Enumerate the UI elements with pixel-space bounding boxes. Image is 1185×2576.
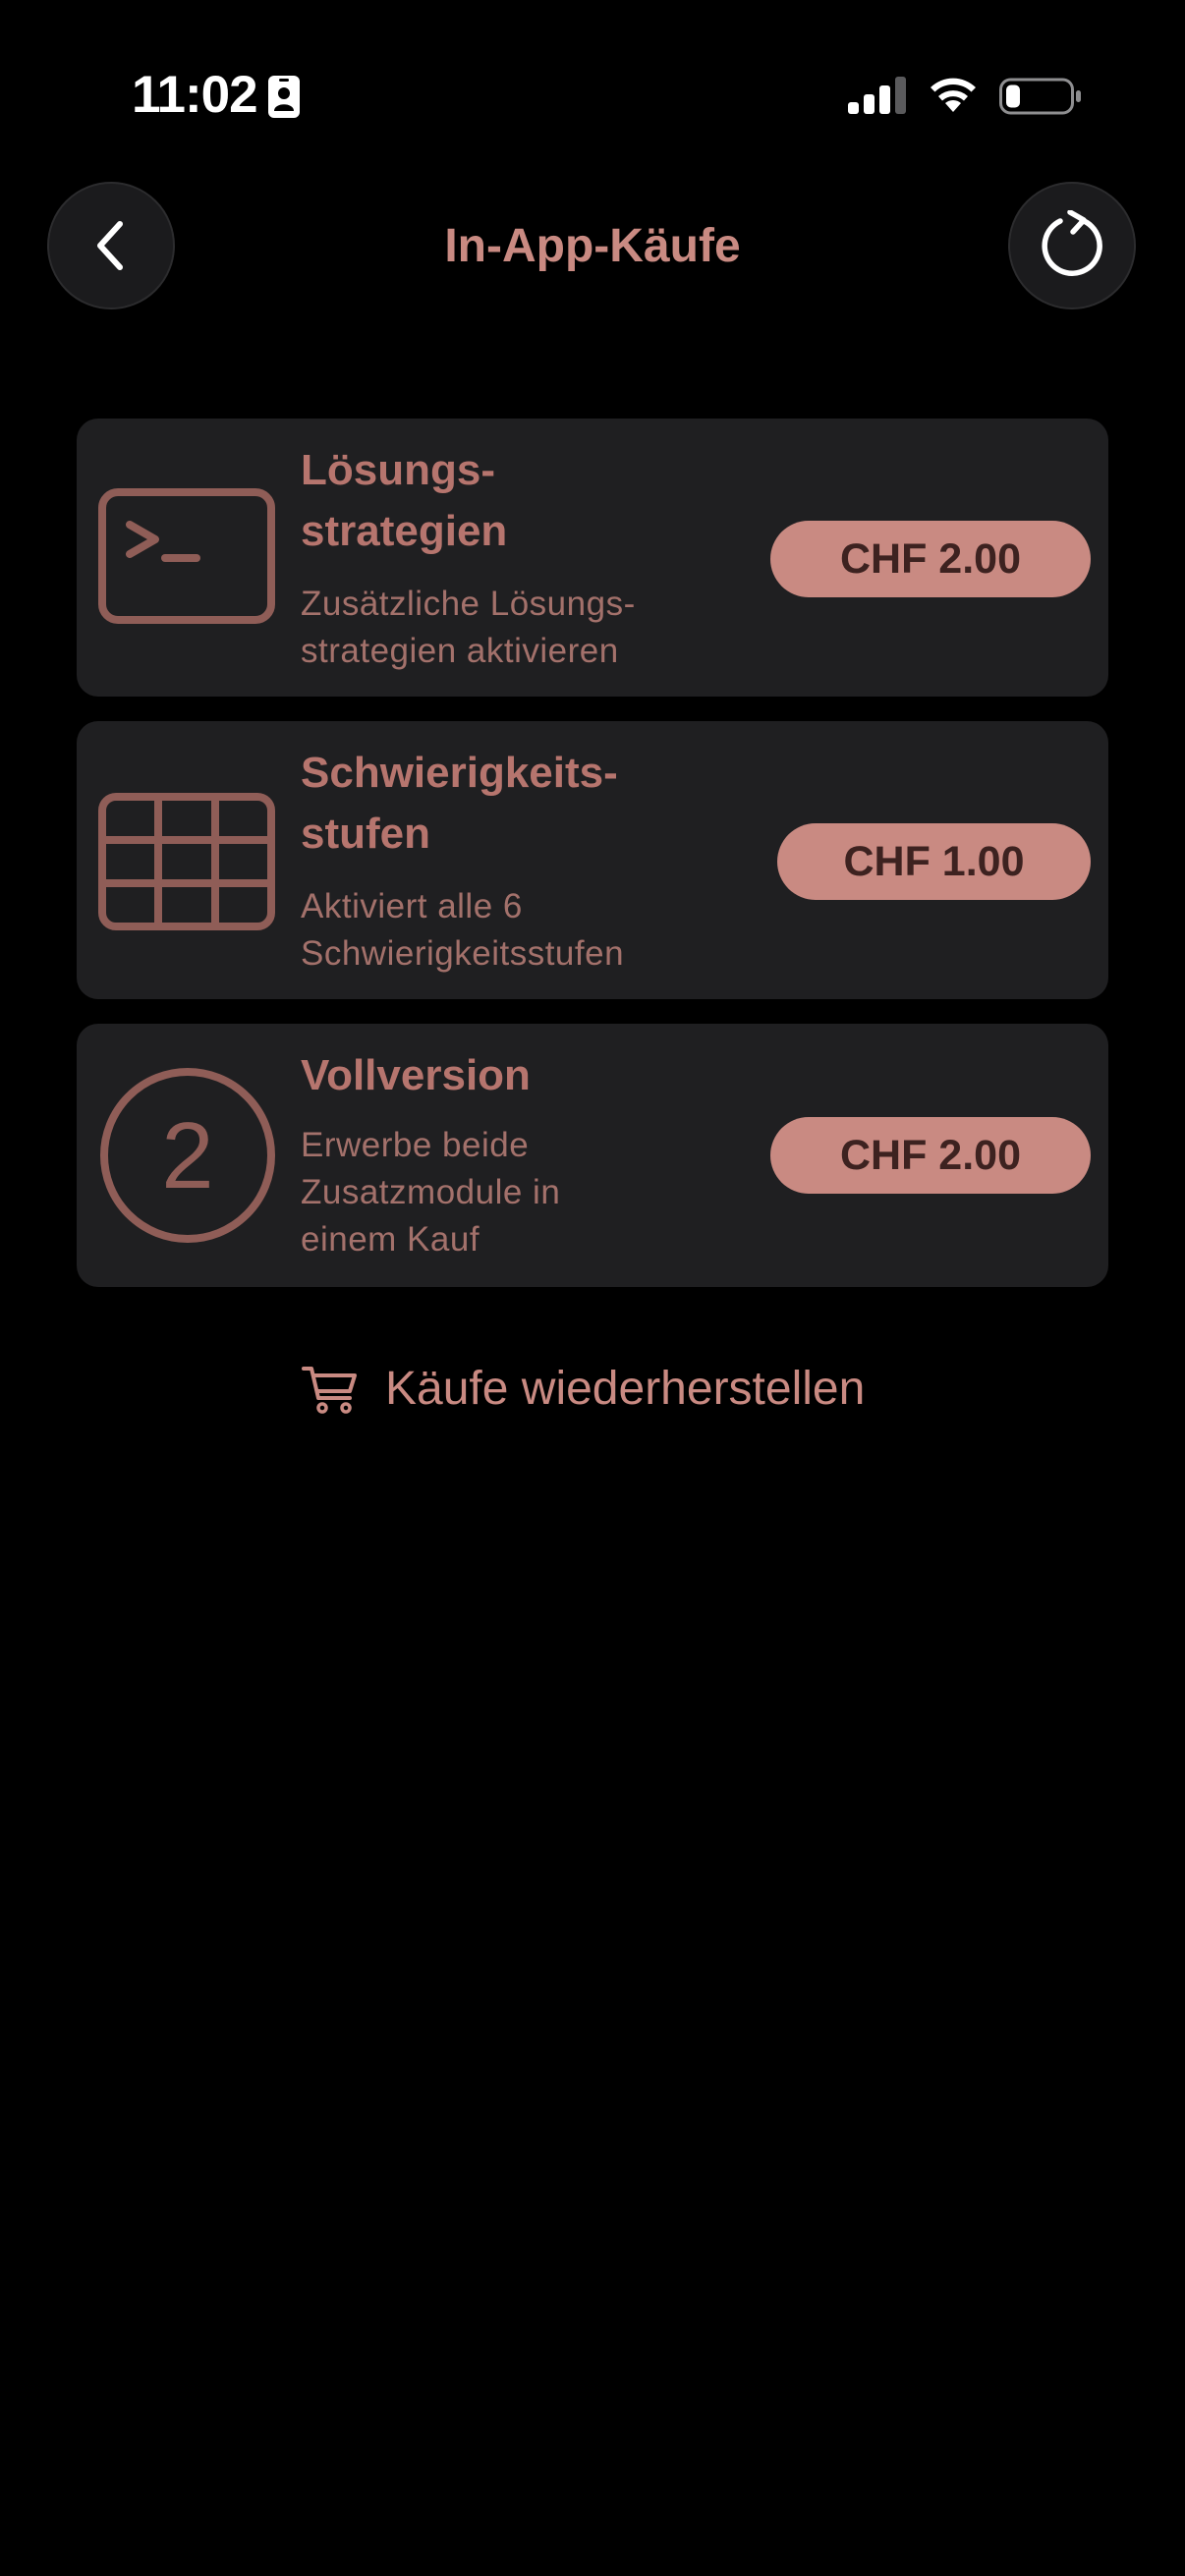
product-title: Lösungs- strategien bbox=[301, 446, 508, 555]
cart-icon bbox=[302, 1367, 357, 1414]
buy-difficulty-levels-button[interactable]: CHF 1.00 bbox=[777, 823, 1091, 900]
svg-text:2: 2 bbox=[161, 1103, 213, 1208]
battery-icon bbox=[999, 78, 1081, 115]
product-title: Vollversion bbox=[301, 1051, 531, 1099]
status-time: 11:02 bbox=[132, 66, 258, 124]
refresh-button[interactable] bbox=[1008, 182, 1136, 309]
wifi-icon bbox=[931, 78, 976, 112]
id-card-icon bbox=[268, 76, 300, 118]
product-description: Aktiviert alle 6 Schwierigkeitsstufen bbox=[301, 887, 625, 973]
restore-purchases-button[interactable]: Käufe wiederherstellen bbox=[301, 1354, 865, 1425]
product-title: Schwierigkeits- stufen bbox=[301, 749, 618, 858]
product-card-solving-strategies: Lösungs- strategien Zusätzliche Lösungs-… bbox=[77, 419, 1108, 697]
product-card-difficulty-levels: Schwierigkeits- stufen Aktiviert alle 6 … bbox=[77, 721, 1108, 999]
restore-purchases-label: Käufe wiederherstellen bbox=[385, 1363, 866, 1415]
chevron-left-icon bbox=[97, 221, 123, 270]
terminal-icon bbox=[98, 488, 275, 624]
product-card-full-version: 2 Vollversion Erwerbe beide Zusatzmodule… bbox=[77, 1024, 1108, 1287]
grid-icon bbox=[98, 793, 275, 930]
number-2-circle-icon: 2 bbox=[100, 1068, 275, 1243]
buy-solving-strategies-button[interactable]: CHF 2.00 bbox=[770, 521, 1091, 597]
refresh-icon bbox=[1042, 210, 1102, 276]
page-title: In-App-Käufe bbox=[444, 220, 741, 272]
cellular-signal-icon bbox=[848, 77, 906, 114]
back-button[interactable] bbox=[47, 182, 175, 309]
product-description: Zusätzliche Lösungs- strategien aktivier… bbox=[301, 585, 636, 670]
product-description: Erwerbe beide Zusatzmodule in einem Kauf bbox=[301, 1126, 561, 1259]
buy-full-version-button[interactable]: CHF 2.00 bbox=[770, 1117, 1091, 1194]
